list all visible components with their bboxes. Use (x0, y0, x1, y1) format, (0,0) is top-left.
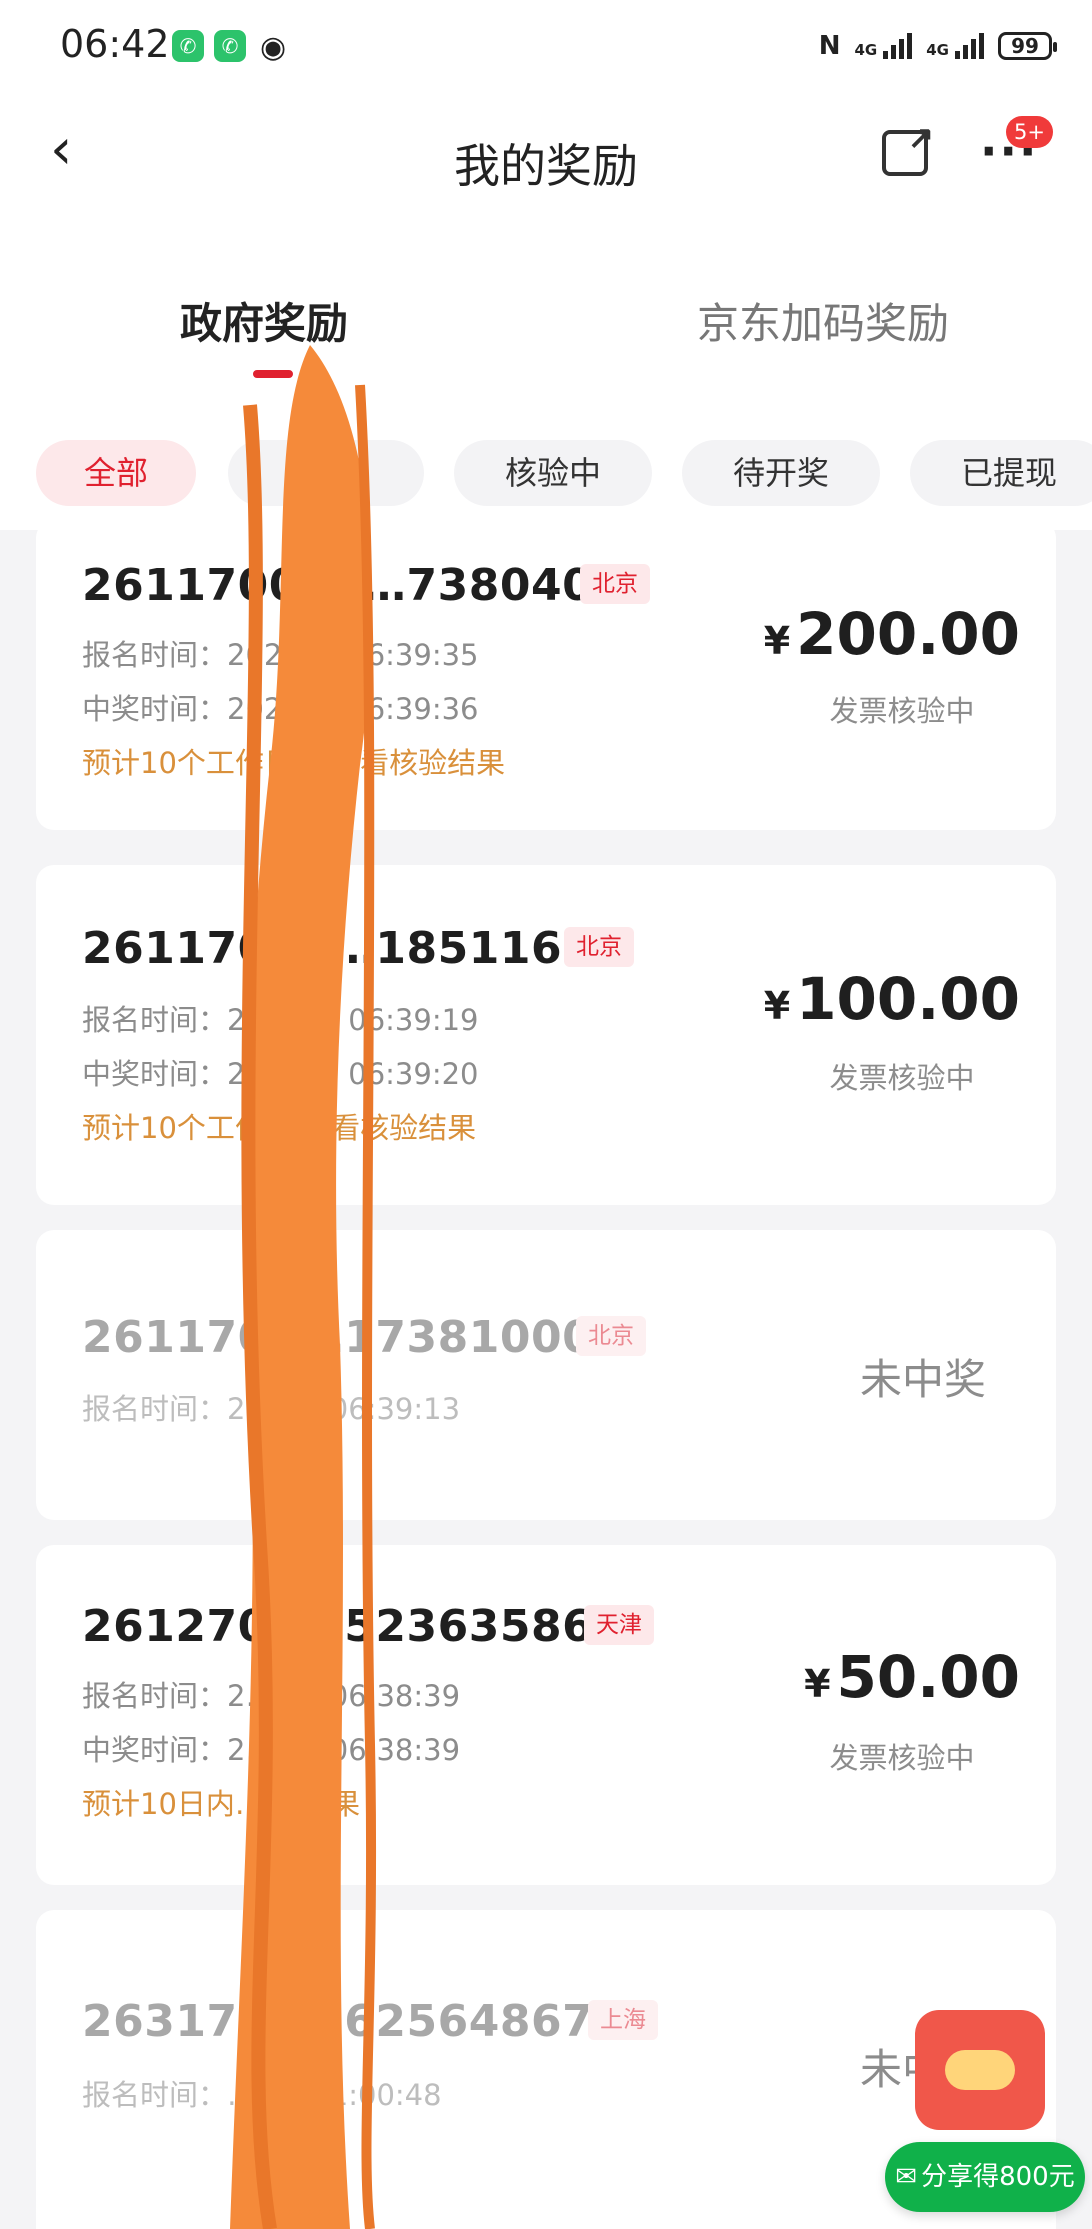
reward-status: 发票核验中 (829, 1741, 975, 1775)
nfc-icon: N (818, 31, 841, 61)
signup-time: 报名时间：2… 02 06:39:13 (82, 1392, 461, 1426)
status-bar: 06:42 ✆ ✆ ◉ N 4G 4G 99 (0, 0, 1092, 92)
signup-time: 报名时间：202… 2 06:39:35 (82, 638, 479, 672)
verify-tip[interactable]: 预计10个工作… 查看核验结果 (82, 1105, 476, 1147)
win-time: 中奖时间：202… 2 06:39:36 (82, 692, 479, 726)
gift-envelope-icon[interactable] (915, 2010, 1045, 2130)
app-screen: 06:42 ✆ ✆ ◉ N 4G 4G 99 ‹ 我的奖励 ↗ ··· 5+ 政… (0, 0, 1092, 2229)
reward-amount: ¥100.00 (763, 965, 1020, 1033)
currency-symbol: ¥ (763, 619, 791, 663)
wechat-icon: ✉ (895, 2162, 918, 2192)
region-tag: 北京 (576, 1316, 646, 1356)
region-tag: 北京 (564, 927, 634, 967)
tab-jd-bonus-reward[interactable]: 京东加码奖励 (697, 290, 949, 351)
share-promo-button[interactable]: ✉ 分享得800元 (885, 2142, 1085, 2212)
phone-call-icon: ✆ (214, 30, 246, 62)
share-icon[interactable]: ↗ (882, 120, 934, 176)
reward-number: 2612700…52363586 (82, 1601, 594, 1652)
reward-number: 2631700…62564867 (82, 1996, 594, 2047)
reward-card[interactable]: 2611700…17381000 北京 报名时间：2… 02 06:39:13 … (36, 1230, 1056, 1520)
reward-number: 26117000…18511614 (82, 923, 625, 974)
reward-number: 261170000…7380406 (82, 560, 625, 611)
phone-call-icon: ✆ (172, 30, 204, 62)
verify-tip[interactable]: 预计10个工作日… 查看核验结果 (82, 740, 505, 782)
reward-card[interactable]: 26117000…18511614 北京 报名时间：20… 02 06:39:1… (36, 865, 1056, 1205)
filter-verifying[interactable]: 核验中 (454, 440, 652, 506)
active-tab-indicator (253, 370, 293, 378)
win-time: 中奖时间：20… 02 06:39:20 (82, 1057, 479, 1091)
status-time: 06:42 (60, 22, 170, 66)
region-tag: 北京 (580, 564, 650, 604)
filter-chips: 全部 待… 核验中 待开奖 已提现 (0, 440, 1092, 516)
signup-time: 报名时间：2… 02 06:38:39 (82, 1679, 461, 1713)
reward-result: 未中奖 (859, 1355, 986, 1404)
reward-list: 261170000…7380406 北京 报名时间：202… 2 06:39:3… (0, 520, 1092, 2229)
reward-amount: ¥50.00 (804, 1643, 1020, 1711)
currency-symbol: ¥ (763, 984, 791, 1028)
region-tag: 天津 (584, 1605, 654, 1645)
battery-icon: 99 (998, 32, 1057, 60)
currency-symbol: ¥ (804, 1662, 831, 1706)
signup-time: 报名时间：20… 02 06:39:19 (82, 1003, 479, 1037)
network-type: 4G (926, 41, 949, 59)
filter-all[interactable]: 全部 (36, 440, 196, 506)
verify-tip[interactable]: 预计10日内… 验结果 (82, 1781, 360, 1823)
signal-icon: 4G (926, 33, 984, 59)
nav-header: ‹ 我的奖励 ↗ ··· 5+ (0, 92, 1092, 232)
filter-withdrawn[interactable]: 已提现 (910, 440, 1092, 506)
reward-status: 发票核验中 (829, 1061, 975, 1095)
notification-badge: 5+ (1006, 116, 1053, 148)
network-type: 4G (854, 41, 878, 59)
tab-government-reward[interactable]: 政府奖励 (180, 290, 348, 351)
reward-amount: ¥200.00 (763, 600, 1020, 668)
reward-card[interactable]: 2612700…52363586 天津 报名时间：2… 02 06:38:39 … (36, 1545, 1056, 1885)
reward-card[interactable]: 261170000…7380406 北京 报名时间：202… 2 06:39:3… (36, 520, 1056, 830)
reward-status: 发票核验中 (829, 694, 975, 728)
win-time: 中奖时间：2… 02 06:38:39 (82, 1733, 461, 1767)
signal-icon: 4G (855, 33, 913, 59)
reward-tabs: 政府奖励 京东加码奖励 (0, 280, 1092, 390)
reward-number: 2611700…17381000 (82, 1312, 594, 1363)
region-tag: 上海 (588, 2000, 658, 2040)
filter-awaiting-draw[interactable]: 待开奖 (682, 440, 880, 506)
filter-pending[interactable]: 待… (228, 440, 424, 506)
eye-icon: ◉ (260, 30, 287, 65)
signup-time: 报名时间：… 01 21:00:48 (82, 2078, 442, 2112)
status-indicators: N 4G 4G 99 (818, 26, 1057, 66)
